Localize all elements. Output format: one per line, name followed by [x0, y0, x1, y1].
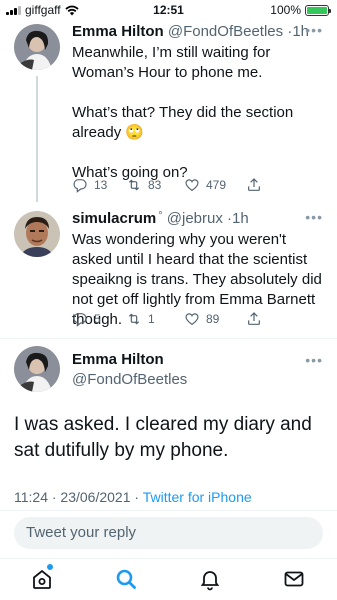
like-action[interactable]: 89 — [184, 311, 246, 327]
messages-icon[interactable] — [282, 567, 306, 591]
notifications-icon[interactable] — [198, 567, 222, 591]
tweet-time[interactable]: 1h — [232, 210, 249, 227]
like-count: 89 — [206, 312, 220, 326]
tweet-card[interactable]: simulacrum ° @jebrux ·1h ••• Was wonderin… — [0, 207, 337, 335]
tweet-actions: 13 83 479 — [72, 177, 262, 193]
display-name[interactable]: Emma Hilton — [72, 351, 187, 368]
divider — [0, 510, 337, 511]
more-icon[interactable]: ••• — [305, 352, 323, 368]
battery-percent: 100% — [270, 3, 301, 17]
more-icon[interactable]: ••• — [305, 22, 323, 38]
reply-count: 13 — [94, 178, 108, 192]
reply-count: 5 — [94, 312, 101, 326]
divider — [0, 338, 337, 339]
reply-icon — [73, 313, 87, 327]
status-bar: giffgaff 12:51 100% — [0, 0, 337, 20]
main-tweet-text: I was asked. I cleared my diary and sat … — [14, 414, 312, 461]
like-action[interactable]: 479 — [184, 177, 246, 193]
username[interactable]: @FondOfBeetles — [72, 371, 187, 388]
tweet-meta: 11:24 · 23/06/2021 · Twitter for iPhone — [14, 489, 252, 505]
thread-line — [36, 76, 38, 202]
tweet-header: Emma Hilton @FondOfBeetles ·1h — [72, 23, 309, 40]
more-icon[interactable]: ••• — [305, 209, 323, 225]
retweet-count: 1 — [148, 312, 155, 326]
status-right: 100% — [270, 3, 331, 17]
battery-fill — [307, 6, 327, 14]
heart-icon — [185, 313, 199, 326]
tweet-card[interactable]: Emma Hilton @FondOfBeetles ·1h ••• Meanw… — [0, 20, 337, 202]
share-icon — [248, 178, 260, 191]
reply-action[interactable]: 13 — [72, 177, 126, 193]
username[interactable]: @FondOfBeetles — [168, 23, 283, 40]
main-tweet-name-block: Emma Hilton @FondOfBeetles — [72, 351, 187, 388]
retweet-count: 83 — [148, 178, 162, 192]
home-icon[interactable] — [30, 567, 54, 591]
display-name[interactable]: simulacrum — [72, 210, 156, 227]
avatar[interactable] — [14, 211, 60, 257]
bottom-nav — [0, 558, 337, 600]
heart-icon — [185, 179, 199, 192]
tweet-actions: 5 1 89 — [72, 311, 262, 327]
retweet-action[interactable]: 1 — [126, 311, 184, 327]
reply-input[interactable]: Tweet your reply — [14, 517, 323, 549]
username[interactable]: @jebrux — [167, 210, 223, 227]
badge-icon: ° — [158, 210, 163, 222]
search-icon[interactable] — [114, 567, 138, 591]
battery-icon — [305, 4, 331, 16]
avatar[interactable] — [14, 24, 60, 70]
tweet-text: Meanwhile, I’m still waiting for Woman’s… — [72, 43, 312, 183]
tweet-source-link[interactable]: Twitter for iPhone — [143, 489, 252, 505]
tweet-timestamp: 11:24 · 23/06/2021 · — [14, 489, 143, 505]
reply-icon — [73, 179, 87, 193]
like-count: 479 — [206, 178, 227, 192]
notification-dot — [47, 564, 53, 570]
reply-action[interactable]: 5 — [72, 311, 126, 327]
share-action[interactable] — [246, 311, 262, 327]
avatar[interactable] — [14, 346, 60, 392]
retweet-icon — [128, 313, 140, 325]
retweet-icon — [128, 179, 140, 191]
share-icon — [248, 312, 260, 325]
display-name[interactable]: Emma Hilton — [72, 23, 164, 40]
tweet-header: simulacrum ° @jebrux ·1h — [72, 210, 249, 227]
tweet-body: Meanwhile, I’m still waiting for Woman’s… — [72, 44, 294, 181]
share-action[interactable] — [246, 177, 262, 193]
retweet-action[interactable]: 83 — [126, 177, 184, 193]
